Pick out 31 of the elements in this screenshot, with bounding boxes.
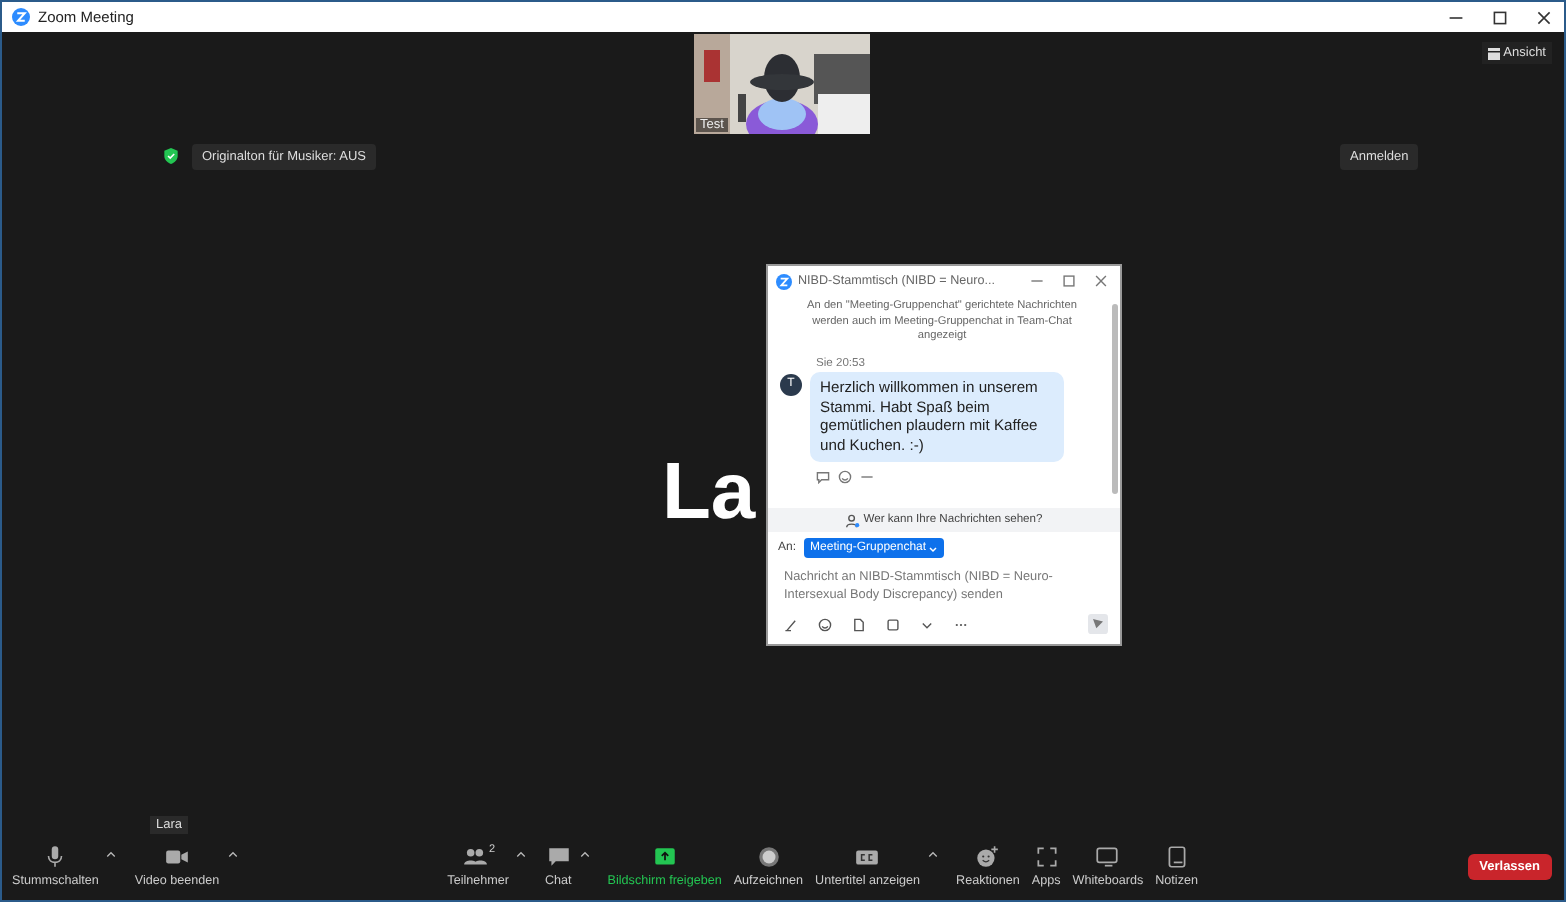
record-icon xyxy=(755,844,782,870)
format-icon[interactable] xyxy=(784,617,798,631)
speech-bubble-icon xyxy=(545,844,572,870)
caret-icon[interactable] xyxy=(579,850,590,858)
maximize-icon[interactable] xyxy=(1492,9,1508,25)
caret-icon xyxy=(928,543,939,553)
whiteboard-icon xyxy=(1094,844,1121,870)
caret-icon[interactable] xyxy=(920,617,934,631)
send-icon[interactable] xyxy=(1088,614,1108,634)
people-icon xyxy=(461,844,488,870)
zoom-logo-icon xyxy=(776,273,792,289)
person-icon xyxy=(845,513,860,527)
shield-icon xyxy=(164,148,178,164)
close-icon[interactable] xyxy=(1536,9,1552,25)
emoji-icon[interactable] xyxy=(838,470,852,485)
zoom-logo-icon xyxy=(12,8,30,26)
file-icon[interactable] xyxy=(852,617,866,631)
apps-icon xyxy=(1033,844,1060,870)
scrollbar[interactable] xyxy=(1112,304,1118,494)
speaker-name: La xyxy=(662,452,756,532)
caret-icon[interactable] xyxy=(106,850,117,858)
caret-icon[interactable] xyxy=(227,850,238,858)
share-screen-icon xyxy=(651,844,678,870)
caret-icon[interactable] xyxy=(928,850,939,858)
reply-icon[interactable] xyxy=(816,470,830,485)
emoji-icon[interactable] xyxy=(818,617,832,631)
smiley-icon xyxy=(974,844,1001,870)
caret-icon[interactable] xyxy=(516,850,527,858)
screenshot-icon[interactable] xyxy=(886,617,900,631)
grid-icon xyxy=(1487,47,1500,59)
notes-icon xyxy=(1163,844,1190,870)
